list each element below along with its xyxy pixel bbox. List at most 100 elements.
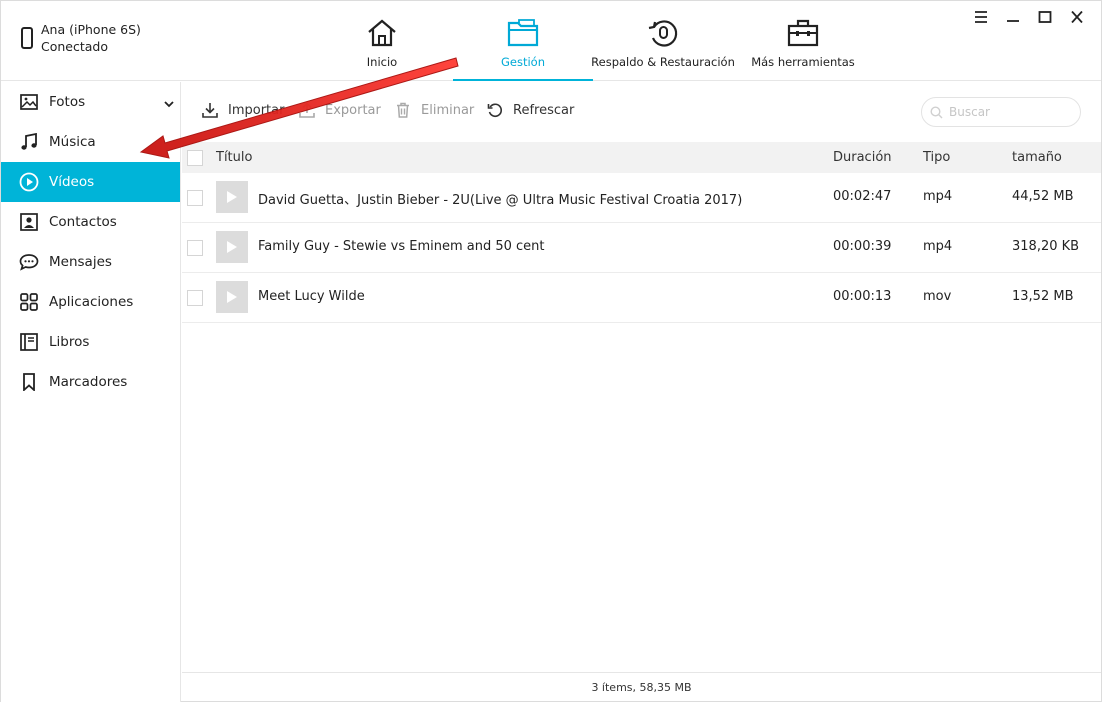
home-icon	[368, 19, 396, 47]
sidebar-item-mensajes[interactable]: Mensajes	[1, 242, 180, 282]
refresh-label: Refrescar	[513, 102, 575, 118]
sidebar-item-label: Vídeos	[49, 174, 95, 190]
export-button[interactable]: Exportar	[299, 102, 381, 118]
tab-inicio[interactable]: Inicio	[341, 1, 423, 81]
photo-icon	[19, 92, 39, 112]
video-thumbnail[interactable]	[216, 181, 248, 213]
video-thumbnail[interactable]	[216, 231, 248, 263]
contact-icon	[19, 212, 39, 232]
sidebar-item-musica[interactable]: Música	[1, 122, 180, 162]
column-duration[interactable]: Duración	[833, 150, 892, 165]
video-table: Título Duración Tipo tamaño David Guetta…	[182, 142, 1101, 323]
video-size: 44,52 MB	[1012, 189, 1074, 204]
search-box[interactable]	[921, 97, 1081, 127]
video-size: 13,52 MB	[1012, 289, 1074, 304]
music-icon	[19, 132, 39, 152]
video-duration: 00:02:47	[833, 189, 892, 204]
tab-herramientas[interactable]: Más herramientas	[733, 1, 873, 81]
table-row[interactable]: David Guetta、Justin Bieber - 2U(Live @ U…	[182, 173, 1101, 223]
tab-respaldo-label: Respaldo & Restauración	[591, 55, 735, 69]
trash-icon	[397, 102, 409, 118]
table-row[interactable]: Family Guy - Stewie vs Eminem and 50 cen…	[182, 223, 1101, 273]
video-type: mp4	[923, 189, 953, 204]
select-all-checkbox[interactable]	[187, 150, 203, 166]
video-title: Family Guy - Stewie vs Eminem and 50 cen…	[258, 239, 545, 254]
export-label: Exportar	[325, 102, 381, 118]
minimize-icon	[1007, 20, 1019, 22]
backup-restore-icon	[648, 20, 678, 47]
menu-icon	[975, 11, 987, 23]
status-bar: 3 ítems, 58,35 MB	[182, 672, 1101, 702]
device-info[interactable]: Ana (iPhone 6S) Conectado	[21, 21, 141, 55]
table-row[interactable]: Meet Lucy Wilde 00:00:13 mov 13,52 MB	[182, 273, 1101, 323]
import-icon	[202, 103, 218, 118]
table-header: Título Duración Tipo tamaño	[182, 142, 1101, 173]
apps-icon	[19, 292, 39, 312]
sidebar-item-contactos[interactable]: Contactos	[1, 202, 180, 242]
tab-gestion[interactable]: Gestión	[453, 1, 593, 81]
app-window: Ana (iPhone 6S) Conectado Inicio Gestión…	[0, 0, 1102, 702]
minimize-button[interactable]	[997, 7, 1029, 27]
delete-button[interactable]: Eliminar	[395, 102, 474, 118]
sidebar-item-aplicaciones[interactable]: Aplicaciones	[1, 282, 180, 322]
video-duration: 00:00:39	[833, 239, 892, 254]
window-controls	[965, 7, 1093, 27]
chevron-down-icon[interactable]	[164, 96, 174, 112]
toolbar: Importar Exportar Eliminar Refrescar	[182, 82, 1101, 142]
refresh-button[interactable]: Refrescar	[487, 102, 574, 118]
main-nav: Inicio Gestión Respaldo & Restauración M…	[341, 1, 873, 81]
tab-gestion-label: Gestión	[500, 55, 545, 69]
column-title[interactable]: Título	[216, 150, 252, 165]
video-title: David Guetta、Justin Bieber - 2U(Live @ U…	[258, 193, 743, 208]
sidebar-item-label: Contactos	[49, 214, 117, 230]
sidebar-item-marcadores[interactable]: Marcadores	[1, 362, 180, 402]
play-icon	[227, 291, 237, 303]
close-button[interactable]	[1061, 7, 1093, 27]
row-checkbox[interactable]	[187, 240, 203, 256]
import-label: Importar	[228, 102, 285, 118]
video-size: 318,20 KB	[1012, 239, 1080, 254]
video-thumbnail[interactable]	[216, 281, 248, 313]
sidebar-item-label: Fotos	[49, 94, 86, 110]
tab-respaldo[interactable]: Respaldo & Restauración	[591, 1, 735, 81]
sidebar-item-label: Marcadores	[49, 374, 128, 390]
toolbox-icon	[787, 19, 819, 47]
import-button[interactable]: Importar	[202, 102, 284, 118]
play-icon	[227, 191, 237, 203]
tab-herramientas-label: Más herramientas	[751, 55, 855, 69]
sidebar-item-libros[interactable]: Libros	[1, 322, 180, 362]
message-icon	[19, 252, 39, 272]
top-header: Ana (iPhone 6S) Conectado Inicio Gestión…	[1, 1, 1101, 81]
search-icon	[930, 105, 943, 118]
sidebar-item-videos[interactable]: Vídeos	[1, 162, 180, 202]
menu-button[interactable]	[965, 7, 997, 27]
device-name: Ana (iPhone 6S)	[41, 22, 141, 37]
column-size[interactable]: tamaño	[1012, 150, 1062, 165]
video-duration: 00:00:13	[833, 289, 892, 304]
maximize-icon	[1038, 11, 1052, 23]
play-circle-icon	[19, 172, 39, 192]
play-icon	[227, 241, 237, 253]
maximize-button[interactable]	[1029, 7, 1061, 27]
device-status: Conectado	[41, 39, 109, 54]
status-summary: 3 ítems, 58,35 MB	[591, 681, 692, 694]
search-input[interactable]	[949, 105, 1069, 119]
video-type: mov	[923, 289, 952, 304]
sidebar-item-label: Mensajes	[49, 254, 112, 270]
sidebar-item-label: Música	[49, 134, 96, 150]
tab-inicio-label: Inicio	[366, 55, 398, 69]
video-title: Meet Lucy Wilde	[258, 289, 365, 304]
sidebar-item-fotos[interactable]: Fotos	[1, 82, 180, 122]
book-icon	[19, 332, 39, 352]
refresh-icon	[487, 103, 502, 118]
sidebar-item-label: Libros	[49, 334, 90, 350]
close-icon	[1071, 11, 1083, 23]
column-type[interactable]: Tipo	[923, 150, 950, 165]
phone-icon	[21, 27, 33, 49]
sidebar-item-label: Aplicaciones	[49, 294, 134, 310]
row-checkbox[interactable]	[187, 190, 203, 206]
bookmark-icon	[19, 372, 39, 392]
sidebar: Fotos Música Vídeos Contactos Mensajes A…	[1, 82, 181, 702]
row-checkbox[interactable]	[187, 290, 203, 306]
delete-label: Eliminar	[421, 102, 475, 118]
